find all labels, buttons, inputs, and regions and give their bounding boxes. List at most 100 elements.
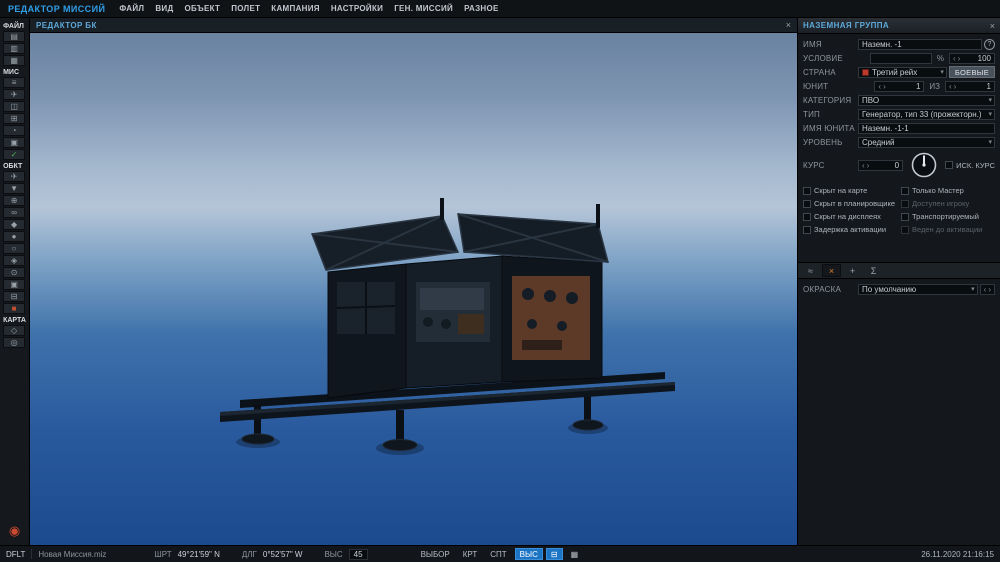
altitude-value[interactable]: 45 (348, 548, 368, 560)
panel-close-icon[interactable]: × (990, 21, 995, 31)
object-building-icon[interactable]: ▣ (3, 279, 26, 290)
mission-flight-icon[interactable]: ✈ (3, 89, 26, 100)
checkbox[interactable] (803, 199, 811, 208)
spin-right-icon[interactable]: › (883, 82, 886, 91)
layers-toggle-icon[interactable]: ⊟ (545, 548, 563, 560)
hidden-on-displays-checkbox[interactable]: Скрыт на дисплеях (803, 212, 897, 221)
file-open-icon[interactable]: ▥ (3, 43, 26, 54)
object-effect-icon[interactable]: ◈ (3, 255, 26, 266)
name-label: ИМЯ (803, 39, 822, 49)
available-to-player-checkbox[interactable]: Доступен игроку (901, 199, 995, 208)
north-marker-icon[interactable]: ◉ (9, 524, 20, 537)
menu-item-2[interactable]: ОБЪЕКТ (184, 4, 220, 13)
object-ship-icon[interactable]: ◆ (3, 219, 26, 230)
condition-spinner[interactable]: ‹ › 100 (949, 52, 995, 64)
checkbox[interactable] (803, 212, 811, 221)
activation-delay-checkbox[interactable]: Задержка активации (803, 225, 897, 234)
type-select[interactable]: Генератор, тип 33 (прожекторн.) ▾ (858, 108, 995, 120)
name-input[interactable]: Наземн. -1 (858, 38, 982, 50)
map-layer-icon[interactable]: ◇ (3, 325, 26, 336)
master-only-checkbox[interactable]: Только Мастер (901, 186, 995, 195)
spin-right-icon[interactable]: › (958, 54, 961, 63)
object-bridge-icon[interactable]: ⊟ (3, 291, 26, 302)
level-select[interactable]: Средний ▾ (858, 136, 995, 148)
help-icon[interactable]: ? (984, 38, 995, 50)
object-marker-icon[interactable]: ⊙ (3, 267, 26, 278)
spin-left-icon[interactable]: ‹ (953, 54, 956, 63)
profile-indicator[interactable]: DFLT (6, 550, 25, 559)
mission-weather-icon[interactable]: ◫ (3, 101, 26, 112)
checkbox[interactable] (803, 186, 811, 195)
unit-label: ЮНИТ (803, 81, 829, 91)
menu-item-7[interactable]: РАЗНОЕ (464, 4, 499, 13)
checkbox[interactable] (901, 199, 909, 208)
condition-input[interactable] (869, 52, 932, 64)
unit-row: ЮНИТ ‹ › 1 ИЗ ‹ › 1 (803, 80, 995, 92)
spin-left-icon[interactable]: ‹ (878, 82, 881, 91)
checkbox[interactable] (901, 225, 909, 234)
combat-button[interactable]: БОЕВЫЕ (948, 66, 995, 78)
object-artillery-icon[interactable]: ⊕ (3, 195, 26, 206)
mission-validate-icon[interactable]: ✓ (3, 149, 26, 160)
checkbox[interactable] (901, 186, 909, 195)
object-delete-icon[interactable]: ■ (3, 303, 26, 314)
generator-3d-model[interactable] (210, 190, 690, 460)
mission-grid-icon[interactable]: ⊞ (3, 113, 26, 124)
unit-name-input[interactable]: Наземн. -1-1 (858, 122, 995, 134)
unit-total-value: 1 (986, 81, 991, 91)
links-tab-icon[interactable]: × (822, 264, 841, 277)
spin-right-icon[interactable]: › (867, 161, 870, 170)
chains-tab-icon[interactable]: + (843, 264, 862, 277)
transportable-checkbox[interactable]: Транспортируемый (901, 212, 995, 221)
file-new-icon[interactable]: ▤ (3, 31, 26, 42)
height-mode-button[interactable]: ВЫС (514, 548, 543, 560)
spin-right-icon[interactable]: › (954, 82, 957, 91)
menu-item-3[interactable]: ПОЛЕТ (231, 4, 260, 13)
hidden-on-map-checkbox[interactable]: Скрыт на карте (803, 186, 897, 195)
object-vehicle-icon[interactable]: ▼ (3, 183, 26, 194)
course-spinner[interactable]: ‹ › 0 (858, 159, 904, 171)
country-select[interactable]: Третий рейх ▾ (858, 66, 947, 78)
menu-item-5[interactable]: НАСТРОЙКИ (331, 4, 383, 13)
map-mode-button[interactable]: КРТ (458, 548, 483, 560)
object-train-icon[interactable]: ∞ (3, 207, 26, 218)
map-ruler-icon[interactable]: ◎ (3, 337, 26, 348)
paint-select[interactable]: По умолчанию ▾ (858, 283, 978, 295)
spin-left-icon[interactable]: ‹ (949, 82, 952, 91)
mission-description-icon[interactable]: ▣ (3, 137, 26, 148)
spline-tab-icon[interactable]: ≈ (801, 264, 820, 277)
checkbox[interactable] (901, 212, 909, 221)
file-save-icon[interactable]: ▦ (3, 55, 26, 66)
satellite-mode-button[interactable]: СПТ (485, 548, 511, 560)
checkbox-label: Веден до активации (912, 225, 983, 234)
mission-editor-window: РЕДАКТОР МИССИЙ ФАЙЛ ВИД ОБЪЕКТ ПОЛЕТ КАМПАН… (0, 0, 1000, 562)
led-until-activation-checkbox[interactable]: Веден до активации (901, 225, 995, 234)
spin-left-icon[interactable]: ‹ (862, 161, 865, 170)
spin-right-icon[interactable]: › (988, 285, 991, 294)
object-aircraft-icon[interactable]: ✈ (3, 171, 26, 182)
paint-spinner[interactable]: ‹ › (979, 283, 995, 295)
category-select[interactable]: ПВО ▾ (858, 94, 995, 106)
object-zone-icon[interactable]: ○ (3, 243, 26, 254)
menu-item-1[interactable]: ВИД (155, 4, 173, 13)
summary-tab-icon[interactable]: Σ (864, 264, 883, 277)
hidden-in-planner-checkbox[interactable]: Скрыт в планировщике (803, 199, 897, 208)
object-waypoint-icon[interactable]: ● (3, 231, 26, 242)
unit-total-spinner[interactable]: ‹ › 1 (945, 80, 995, 92)
spin-left-icon[interactable]: ‹ (984, 285, 987, 294)
select-mode-button[interactable]: ВЫБОР (416, 548, 455, 560)
checkbox[interactable] (945, 161, 954, 169)
checkbox[interactable] (803, 225, 811, 234)
bk-editor-close-icon[interactable]: × (786, 20, 791, 30)
viewport-3d[interactable]: РЕДАКТОР БК × (30, 18, 797, 545)
exact-course-checkbox[interactable]: ИСК. КУРС (945, 161, 995, 170)
menu-item-4[interactable]: КАМПАНИЯ (271, 4, 320, 13)
menu-item-6[interactable]: ГЕН. МИССИЙ (394, 4, 453, 13)
course-compass[interactable] (910, 151, 938, 179)
ground-group-panel: НАЗЕМНАЯ ГРУППА × ИМЯ Наземн. -1 ? УСЛОВ… (797, 18, 1000, 545)
mission-time-icon[interactable]: ◔ (3, 125, 26, 136)
grid-toggle-icon[interactable]: ▦ (566, 548, 584, 560)
menu-item-0[interactable]: ФАЙЛ (119, 4, 144, 13)
mission-properties-icon[interactable]: ≡ (3, 77, 26, 88)
unit-index-spinner[interactable]: ‹ › 1 (874, 80, 925, 92)
